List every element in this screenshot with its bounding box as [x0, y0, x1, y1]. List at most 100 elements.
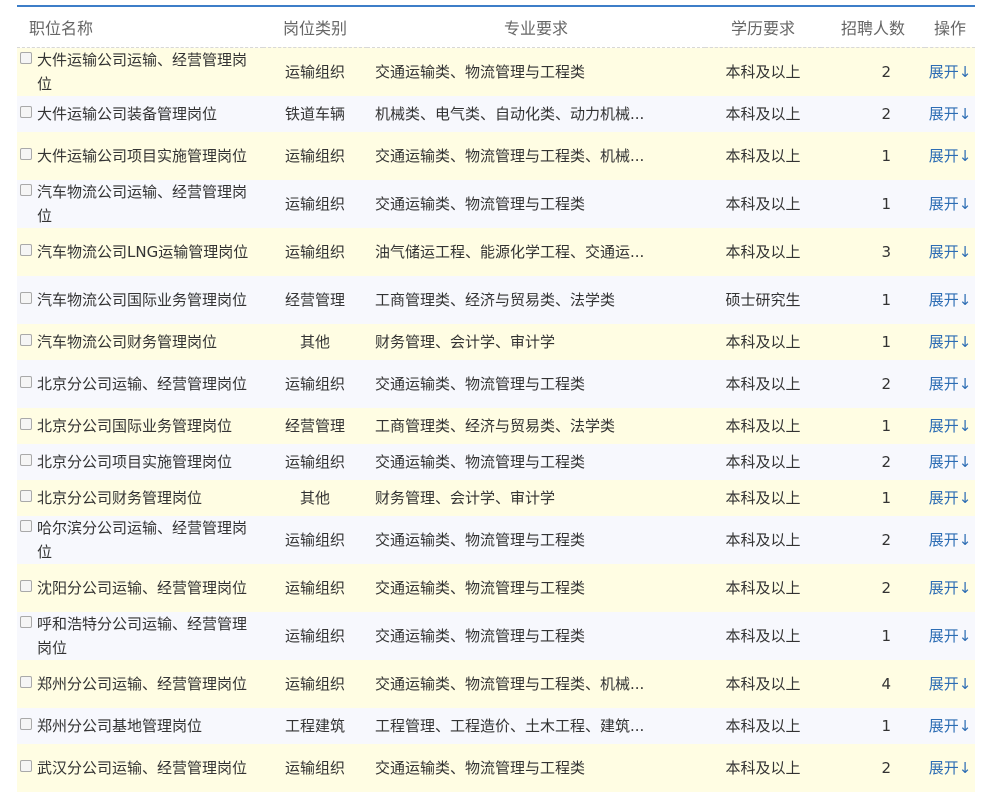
row-checkbox[interactable]	[20, 375, 32, 388]
job-name: 郑州分公司基地管理岗位	[37, 716, 203, 735]
expand-link[interactable]: 展开↓	[925, 96, 975, 132]
row-checkbox[interactable]	[20, 333, 32, 346]
row-checkbox[interactable]	[20, 105, 32, 118]
job-category: 其他	[299, 489, 330, 507]
row-checkbox[interactable]	[20, 675, 32, 688]
table-row: 北京分公司国际业务管理岗位 经营管理 工商管理类、经济与贸易类、法学类 本科及以…	[17, 407, 975, 444]
job-name: 郑州分公司运输、经营管理岗位	[37, 674, 248, 693]
job-name: 北京分公司国际业务管理岗位	[37, 416, 233, 435]
job-category: 经营管理	[284, 417, 345, 435]
job-count: 1	[881, 626, 891, 645]
expand-link[interactable]: 展开↓	[925, 480, 975, 516]
expand-link[interactable]: 展开↓	[925, 132, 975, 180]
job-major: 交通运输类、物流管理与工程类	[375, 759, 586, 777]
header-category: 岗位类别	[263, 6, 367, 48]
job-education: 本科及以上	[725, 531, 801, 549]
row-checkbox[interactable]	[20, 579, 32, 592]
row-checkbox[interactable]	[20, 489, 32, 502]
table-row: 汽车物流公司LNG运输管理岗位 运输组织 油气储运工程、能源化学工程、交通运..…	[17, 227, 975, 276]
expand-link[interactable]: 展开↓	[925, 47, 975, 96]
job-major: 财务管理、会计学、审计学	[375, 489, 556, 507]
row-checkbox[interactable]	[20, 51, 32, 64]
expand-link[interactable]: 展开↓	[925, 228, 975, 276]
expand-link[interactable]: 展开↓	[925, 180, 975, 228]
job-name: 哈尔滨分公司运输、经营管理岗位	[37, 518, 248, 561]
header-count: 招聘人数	[821, 6, 925, 48]
job-major: 交通运输类、物流管理与工程类	[375, 63, 586, 81]
job-major: 工商管理类、经济与贸易类、法学类	[375, 291, 616, 309]
row-checkbox[interactable]	[20, 453, 32, 466]
job-major: 交通运输类、物流管理与工程类	[375, 579, 586, 597]
job-major: 交通运输类、物流管理与工程类	[375, 531, 586, 549]
expand-link[interactable]: 展开↓	[925, 744, 975, 792]
job-category: 运输组织	[284, 147, 345, 165]
header-action: 操作	[925, 6, 975, 48]
job-education: 本科及以上	[725, 417, 801, 435]
expand-link[interactable]: 展开↓	[925, 444, 975, 480]
row-checkbox[interactable]	[20, 759, 32, 772]
job-count: 1	[881, 146, 891, 165]
job-name: 武汉分公司运输、经营管理岗位	[37, 758, 248, 777]
table-row: 北京分公司项目实施管理岗位 运输组织 交通运输类、物流管理与工程类 本科及以上 …	[17, 443, 975, 480]
job-category: 运输组织	[284, 63, 345, 81]
row-checkbox[interactable]	[20, 615, 32, 628]
job-name: 北京分公司财务管理岗位	[37, 488, 203, 507]
job-education: 本科及以上	[725, 675, 801, 693]
job-name: 北京分公司运输、经营管理岗位	[37, 374, 248, 393]
job-category: 运输组织	[284, 375, 345, 393]
job-major: 交通运输类、物流管理与工程类、机械...	[375, 675, 645, 693]
job-name: 大件运输公司装备管理岗位	[37, 104, 218, 123]
row-checkbox[interactable]	[20, 519, 32, 532]
job-category: 运输组织	[284, 453, 345, 471]
job-name: 沈阳分公司运输、经营管理岗位	[37, 578, 248, 597]
table-row: 北京分公司财务管理岗位 其他 财务管理、会计学、审计学 本科及以上 1 展开↓	[17, 479, 975, 516]
job-major: 油气储运工程、能源化学工程、交通运...	[375, 243, 645, 261]
header-education: 学历要求	[705, 6, 821, 48]
job-name: 汽车物流公司国际业务管理岗位	[37, 290, 248, 309]
expand-link[interactable]: 展开↓	[925, 708, 975, 744]
row-checkbox[interactable]	[20, 417, 32, 430]
job-name: 汽车物流公司财务管理岗位	[37, 332, 218, 351]
job-name: 呼和浩特分公司运输、经营管理岗位	[37, 614, 248, 657]
job-category: 其他	[299, 333, 330, 351]
row-checkbox[interactable]	[20, 183, 32, 196]
job-count: 1	[881, 416, 891, 435]
job-education: 本科及以上	[725, 453, 801, 471]
job-major: 工程管理、工程造价、土木工程、建筑...	[375, 717, 645, 735]
table-row: 大件运输公司项目实施管理岗位 运输组织 交通运输类、物流管理与工程类、机械...…	[17, 131, 975, 180]
table-row: 汽车物流公司运输、经营管理岗位 运输组织 交通运输类、物流管理与工程类 本科及以…	[17, 179, 975, 228]
table-row: 郑州分公司运输、经营管理岗位 运输组织 交通运输类、物流管理与工程类、机械...…	[17, 659, 975, 708]
job-count: 2	[881, 758, 891, 777]
expand-link[interactable]: 展开↓	[925, 276, 975, 324]
row-checkbox[interactable]	[20, 147, 32, 160]
job-major: 财务管理、会计学、审计学	[375, 333, 556, 351]
job-category: 运输组织	[284, 759, 345, 777]
job-education: 本科及以上	[725, 759, 801, 777]
table-row: 哈尔滨分公司运输、经营管理岗位 运输组织 交通运输类、物流管理与工程类 本科及以…	[17, 515, 975, 564]
expand-link[interactable]: 展开↓	[925, 660, 975, 708]
expand-link[interactable]: 展开↓	[925, 612, 975, 660]
job-education: 本科及以上	[725, 195, 801, 213]
row-checkbox[interactable]	[20, 291, 32, 304]
expand-link[interactable]: 展开↓	[925, 408, 975, 444]
job-count: 1	[881, 488, 891, 507]
expand-link[interactable]: 展开↓	[925, 324, 975, 360]
table-row: 汽车物流公司财务管理岗位 其他 财务管理、会计学、审计学 本科及以上 1 展开↓	[17, 323, 975, 360]
job-count: 4	[881, 674, 891, 693]
job-count: 1	[881, 290, 891, 309]
job-name: 汽车物流公司LNG运输管理岗位	[37, 242, 249, 261]
expand-link[interactable]: 展开↓	[925, 564, 975, 612]
job-education: 硕士研究生	[725, 291, 801, 309]
expand-link[interactable]: 展开↓	[925, 360, 975, 408]
job-count: 2	[881, 530, 891, 549]
row-checkbox[interactable]	[20, 717, 32, 730]
job-education: 本科及以上	[725, 627, 801, 645]
job-name: 大件运输公司项目实施管理岗位	[37, 146, 248, 165]
job-name: 北京分公司项目实施管理岗位	[37, 452, 233, 471]
job-name: 大件运输公司运输、经营管理岗位	[37, 50, 248, 93]
job-education: 本科及以上	[725, 375, 801, 393]
table-body: 大件运输公司运输、经营管理岗位 运输组织 交通运输类、物流管理与工程类 本科及以…	[17, 47, 975, 792]
job-count: 2	[881, 62, 891, 81]
expand-link[interactable]: 展开↓	[925, 516, 975, 564]
row-checkbox[interactable]	[20, 243, 32, 256]
